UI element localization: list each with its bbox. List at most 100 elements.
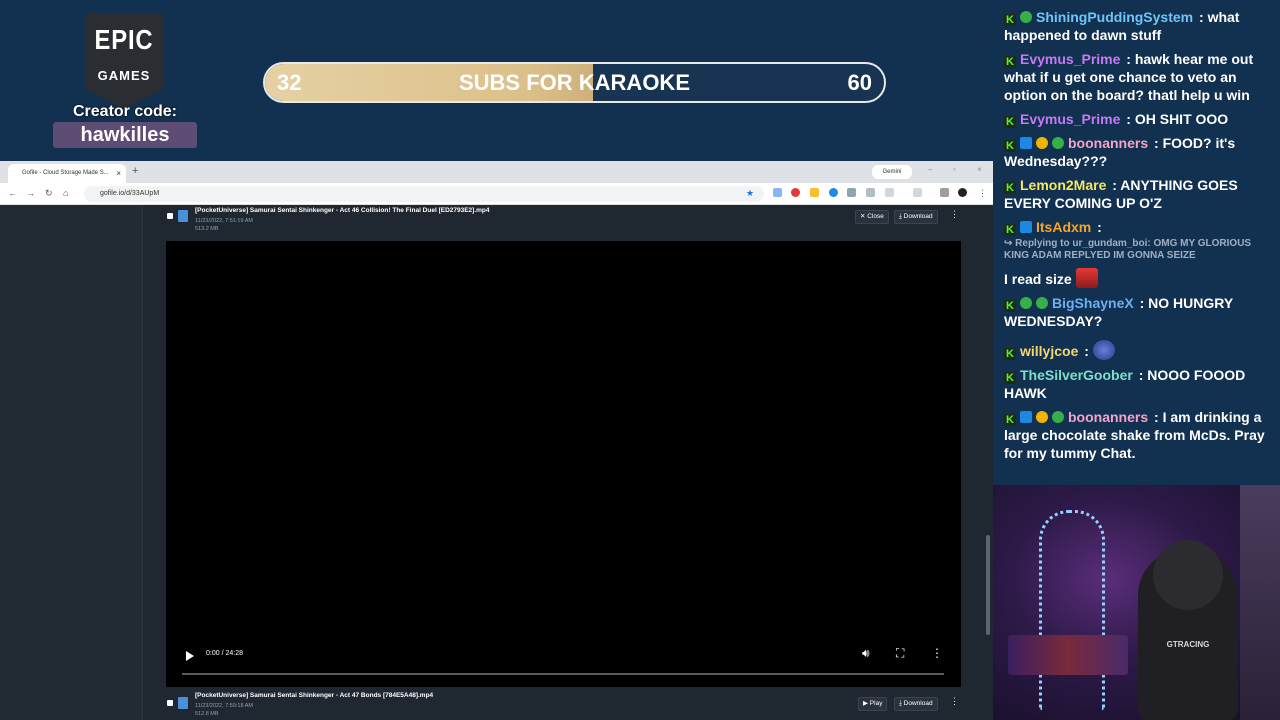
chat-message: Kwillyjcoe :	[1004, 340, 1272, 360]
epic-shield-icon: EPIC GAMES	[85, 14, 163, 108]
new-tab-button[interactable]: +	[132, 165, 138, 177]
back-arrow-icon[interactable]: ←	[8, 188, 17, 198]
forward-arrow-icon[interactable]: →	[26, 188, 35, 198]
home-icon[interactable]: ⌂	[63, 188, 68, 198]
chat-message: Kboonanners : I am drinking a large choc…	[1004, 408, 1272, 462]
video-progress-bar[interactable]	[182, 673, 944, 675]
emote-icon	[1092, 340, 1115, 360]
minimize-button[interactable]: –	[928, 165, 932, 174]
video-file-icon	[178, 697, 188, 709]
maximize-button[interactable]: ▫	[953, 165, 956, 174]
profile-avatar[interactable]	[958, 188, 967, 197]
video-player[interactable]: 0:00 / 24:28 🔊︎ ⛶ ⋮	[166, 241, 961, 687]
extension-icon[interactable]	[847, 188, 856, 197]
stream-canvas: EPIC GAMES Creator code: hawkilles 32 SU…	[0, 0, 1280, 720]
kick-badge-icon: K	[1004, 182, 1016, 194]
chat-message: K Evymus_Prime : hawk hear me out what if…	[1004, 50, 1272, 104]
chat-username[interactable]: TheSilverGoober	[1020, 367, 1133, 383]
chat-text: I read size	[1004, 271, 1072, 287]
browser-menu-icon[interactable]: ⋮	[978, 188, 987, 199]
close-window-button[interactable]: ×	[977, 165, 982, 174]
extensions-puzzle-icon[interactable]	[885, 188, 894, 197]
play-button[interactable]: ▶ Play	[858, 697, 888, 711]
file-name[interactable]: [PocketUniverse] Samurai Sentai Shinkeng…	[195, 207, 490, 214]
webcam-feed: GTRACING	[993, 485, 1280, 720]
led-lights	[1039, 510, 1105, 710]
extension-icon[interactable]	[829, 188, 838, 197]
chat-message: K ItsAdxm :	[1004, 218, 1272, 236]
bookmark-star-icon[interactable]: ★	[746, 188, 754, 199]
epic-games-logo: EPIC GAMES Creator code: hawkilles	[52, 12, 198, 150]
opera-icon[interactable]	[791, 188, 800, 197]
chat-username[interactable]: willyjcoe	[1020, 343, 1078, 359]
file-row[interactable]: [PocketUniverse] Samurai Sentai Shinkeng…	[166, 690, 961, 720]
chat-username[interactable]: ItsAdxm	[1036, 219, 1091, 235]
chat-text: :	[1093, 219, 1102, 235]
chat-username[interactable]: boonanners	[1068, 135, 1148, 151]
file-name[interactable]: [PocketUniverse] Samurai Sentai Shinkeng…	[195, 692, 433, 699]
emote-icon	[1075, 268, 1098, 288]
shelf-figures	[1008, 635, 1128, 675]
tab-gofile[interactable]: Gofile - Cloud Storage Made S... ×	[8, 164, 126, 183]
file-menu-icon[interactable]: ⋮	[950, 696, 959, 707]
video-time: 0:00 / 24:28	[206, 650, 243, 657]
chat-username[interactable]: Evymus_Prime	[1020, 111, 1120, 127]
gofile-page: [PocketUniverse] Samurai Sentai Shinkeng…	[0, 205, 993, 720]
chat-text: :	[1080, 343, 1089, 359]
kick-badge-icon: K	[1004, 140, 1016, 152]
badge-icon	[1052, 137, 1064, 149]
play-icon[interactable]	[186, 651, 194, 661]
chat-username[interactable]: Evymus_Prime	[1020, 51, 1120, 67]
gemini-button[interactable]: Gemini	[872, 165, 912, 179]
extension-icon[interactable]	[773, 188, 782, 197]
file-menu-icon[interactable]: ⋮	[950, 209, 959, 220]
extension-icon[interactable]	[866, 188, 875, 197]
chat-message: K TheSilverGoober : NOOO FOOOD HAWK	[1004, 366, 1272, 402]
games-logo-text: GAMES	[97, 68, 151, 83]
file-date: 11/23/2022, 7:51:19 AM	[195, 218, 253, 224]
streamer-head	[1153, 540, 1223, 610]
video-file-icon	[178, 210, 188, 222]
file-checkbox[interactable]	[167, 213, 173, 219]
extension-icon[interactable]	[810, 188, 819, 197]
chat-username[interactable]: Lemon2Mare	[1020, 177, 1106, 193]
download-button[interactable]: ⤓ Download	[894, 210, 938, 224]
chat-username[interactable]: boonanners	[1068, 409, 1148, 425]
window-background	[1240, 485, 1280, 720]
download-icon[interactable]	[940, 188, 949, 197]
chat-message: I read size	[1004, 268, 1272, 288]
reply-context: ↪ Replying to ur_gundam_boi: OMG MY GLOR…	[1004, 238, 1252, 261]
chat-message: K Lemon2Mare : ANYTHING GOES EVERY COMING…	[1004, 176, 1272, 212]
download-button[interactable]: ⤓ Download	[894, 697, 938, 711]
chair-brand-text: GTRACING	[1166, 640, 1210, 649]
tab-close-icon[interactable]: ×	[116, 169, 121, 178]
kick-badge-icon: K	[1004, 56, 1016, 68]
kick-badge-icon: K	[1004, 414, 1016, 426]
sub-goal-title: SUBS FOR KARAOKE	[458, 70, 690, 95]
sword-badge-icon	[1020, 411, 1032, 423]
badge-icon	[1020, 297, 1032, 309]
url-field[interactable]: gofile.io/d/33AUpM	[84, 186, 764, 202]
reload-icon[interactable]: ↻	[45, 188, 53, 199]
file-size: 513.2 MB	[195, 226, 219, 232]
tab-title: Gofile - Cloud Storage Made S...	[22, 170, 109, 176]
file-date: 11/23/2022, 7:59:18 AM	[195, 703, 253, 709]
gift-badge-icon	[1036, 137, 1048, 149]
file-row[interactable]: [PocketUniverse] Samurai Sentai Shinkeng…	[166, 205, 961, 237]
page-scrollbar[interactable]	[986, 535, 990, 635]
tab-search-icon[interactable]	[913, 188, 922, 197]
chat-message: K BigShayneX : NO HUNGRY WEDNESDAY?	[1004, 294, 1272, 330]
sub-goal-target: 60	[847, 70, 872, 95]
file-checkbox[interactable]	[167, 700, 173, 706]
kick-badge-icon: K	[1004, 348, 1016, 360]
chat-username[interactable]: BigShayneX	[1052, 295, 1134, 311]
chat-panel: K ShiningPuddingSystem : what happened to…	[993, 0, 1280, 485]
volume-icon[interactable]: 🔊︎	[862, 646, 870, 661]
close-player-button[interactable]: ✕ Close	[855, 210, 889, 224]
chat-username[interactable]: ShiningPuddingSystem	[1036, 9, 1193, 25]
video-options-icon[interactable]: ⋮	[931, 646, 943, 660]
browser-window: Gofile - Cloud Storage Made S... × + Gem…	[0, 161, 993, 720]
creator-code-label: Creator code:	[72, 103, 178, 120]
sword-badge-icon	[1020, 137, 1032, 149]
fullscreen-icon[interactable]: ⛶	[896, 646, 904, 661]
